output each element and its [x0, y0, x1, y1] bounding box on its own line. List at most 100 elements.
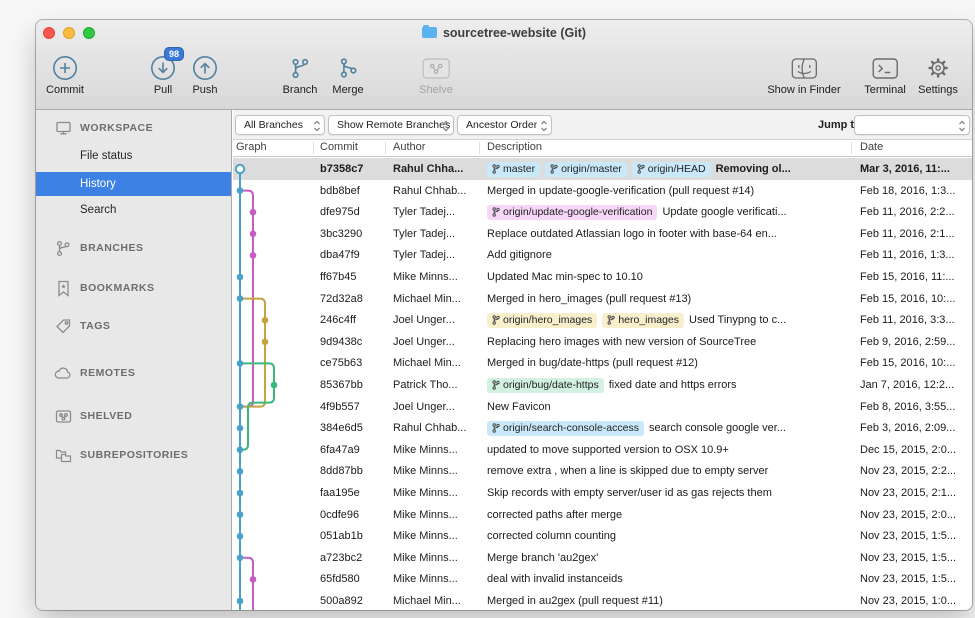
column-header-author[interactable]: Author	[393, 141, 425, 153]
branch-label-icon	[492, 207, 500, 217]
commit-row-384e6d5[interactable]: 384e6d5Rahul Chhab...origin/search-conso…	[233, 417, 972, 439]
sidebar-item-history[interactable]: History	[36, 172, 231, 196]
commit-row-9d9438c[interactable]: 9d9438cJoel Unger...Replacing hero image…	[233, 331, 972, 353]
jump-to-select[interactable]	[854, 115, 970, 135]
terminal-button[interactable]: Terminal	[864, 53, 906, 96]
sidebar-group-shelved-label: SHELVED	[80, 410, 132, 422]
sidebar-group-workspace-label: WORKSPACE	[80, 122, 153, 134]
sidebar-group-remotes[interactable]: REMOTES	[36, 361, 231, 385]
branch-label-text: origin/update-google-verification	[503, 205, 652, 220]
minimize-window-button[interactable]	[63, 27, 75, 39]
show-in-finder-button[interactable]: Show in Finder	[767, 53, 840, 96]
sidebar-group-branches[interactable]: BRANCHES	[36, 236, 231, 260]
commit-description: Skip records with empty server/user id a…	[487, 482, 856, 504]
terminal-icon	[872, 58, 898, 79]
commit-row-ff67b45[interactable]: ff67b45Mike Minns...Updated Mac min-spec…	[233, 266, 972, 288]
commit-row-dba47f9[interactable]: dba47f9Tyler Tadej...Add gitignoreFeb 11…	[233, 244, 972, 266]
branch-label: origin/master	[545, 162, 627, 177]
file-status-label: File status	[80, 150, 132, 162]
commit-hash: 500a892	[320, 590, 388, 610]
commit-message: Replace outdated Atlassian logo in foote…	[487, 223, 777, 245]
commit-message: Merged in bug/date-https (pull request #…	[487, 352, 698, 374]
commit-hash: 65fd580	[320, 568, 388, 590]
commit-description: Replace outdated Atlassian logo in foote…	[487, 223, 856, 245]
commit-date: Feb 15, 2016, 10:...	[860, 352, 970, 374]
commit-row-8dd87bb[interactable]: 8dd87bbMike Minns...remove extra , when …	[233, 460, 972, 482]
commit-row-a723bc2[interactable]: a723bc2Mike Minns...Merge branch 'au2gex…	[233, 547, 972, 569]
commit-message: Add gitignore	[487, 244, 552, 266]
commit-row-65fd580[interactable]: 65fd580Mike Minns...deal with invalid in…	[233, 568, 972, 590]
commit-author: Joel Unger...	[393, 309, 483, 331]
commit-author: Tyler Tadej...	[393, 201, 483, 223]
branch-button-label: Branch	[283, 84, 318, 96]
remote-branches-value: Show Remote Branches	[337, 119, 450, 131]
show-in-finder-label: Show in Finder	[767, 84, 840, 96]
sidebar-group-bookmarks-label: BOOKMARKS	[80, 282, 155, 294]
settings-button[interactable]: Settings	[918, 53, 958, 96]
commit-date: Nov 23, 2015, 1:5...	[860, 568, 970, 590]
shelve-button-label: Shelve	[419, 84, 453, 96]
sidebar-group-bookmarks[interactable]: BOOKMARKS	[36, 276, 231, 300]
commit-row-0cdfe96[interactable]: 0cdfe96Mike Minns...corrected paths afte…	[233, 504, 972, 526]
commit-hash: a723bc2	[320, 547, 388, 569]
commit-message: corrected column counting	[487, 525, 616, 547]
merge-button[interactable]: Merge	[332, 53, 363, 96]
commit-row-b7358c7[interactable]: b7358c7Rahul Chha...masterorigin/mastero…	[233, 158, 972, 180]
zoom-window-button[interactable]	[83, 27, 95, 39]
column-divider	[313, 142, 314, 154]
branch-label-text: master	[503, 162, 535, 177]
column-header-date[interactable]: Date	[860, 141, 883, 153]
sidebar-group-workspace[interactable]: WORKSPACE	[36, 116, 231, 140]
commit-row-dfe975d[interactable]: dfe975dTyler Tadej...origin/update-googl…	[233, 201, 972, 223]
commit-date: Feb 11, 2016, 3:3...	[860, 309, 970, 331]
commit-message: Merged in update-google-verification (pu…	[487, 180, 754, 202]
commit-row-85367bb[interactable]: 85367bbPatrick Tho...origin/bug/date-htt…	[233, 374, 972, 396]
commit-date: Feb 18, 2016, 1:3...	[860, 180, 970, 202]
branch-scope-value: All Branches	[244, 119, 303, 131]
branch-button[interactable]: Branch	[283, 53, 318, 96]
branch-label-icon	[492, 315, 500, 325]
sidebar-group-shelved[interactable]: SHELVED	[36, 404, 231, 428]
branch-label-icon	[492, 164, 500, 174]
pull-button[interactable]: 98 Pull	[150, 53, 176, 96]
commit-list: b7358c7Rahul Chha...masterorigin/mastero…	[233, 158, 972, 610]
commit-row-246c4ff[interactable]: 246c4ffJoel Unger...origin/hero_imageshe…	[233, 309, 972, 331]
commit-row-72d32a8[interactable]: 72d32a8Michael Min...Merged in hero_imag…	[233, 288, 972, 310]
close-window-button[interactable]	[43, 27, 55, 39]
sidebar-group-tags[interactable]: TAGS	[36, 314, 231, 338]
commit-date: Mar 3, 2016, 11:...	[860, 158, 970, 180]
commit-message: Merge branch 'au2gex'	[487, 547, 598, 569]
column-header-commit[interactable]: Commit	[320, 141, 358, 153]
window-title-text: sourcetree-website (Git)	[443, 26, 586, 40]
commit-row-500a892[interactable]: 500a892Michael Min...Merged in au2gex (p…	[233, 590, 972, 610]
branch-label: origin/bug/date-https	[487, 378, 604, 393]
sort-order-select[interactable]: Ancestor Order	[457, 115, 552, 135]
commit-date: Feb 9, 2016, 2:59...	[860, 331, 970, 353]
commit-hash: faa195e	[320, 482, 388, 504]
commit-row-bdb8bef[interactable]: bdb8befRahul Chhab...Merged in update-go…	[233, 180, 972, 202]
commit-row-3bc3290[interactable]: 3bc3290Tyler Tadej...Replace outdated At…	[233, 223, 972, 245]
remote-branches-select[interactable]: Show Remote Branches	[328, 115, 454, 135]
commit-description: updated to move supported version to OSX…	[487, 439, 856, 461]
commit-row-4f9b557[interactable]: 4f9b557Joel Unger...New FaviconFeb 8, 20…	[233, 396, 972, 418]
commit-hash: b7358c7	[320, 158, 388, 180]
commit-row-ce75b63[interactable]: ce75b63Michael Min...Merged in bug/date-…	[233, 352, 972, 374]
column-header-graph[interactable]: Graph	[236, 141, 267, 153]
branch-scope-select[interactable]: All Branches	[235, 115, 325, 135]
commit-row-051ab1b[interactable]: 051ab1bMike Minns...corrected column cou…	[233, 525, 972, 547]
commit-hash: dba47f9	[320, 244, 388, 266]
commit-row-6fa47a9[interactable]: 6fa47a9Mike Minns...updated to move supp…	[233, 439, 972, 461]
sidebar-item-file-status[interactable]: File status	[36, 144, 231, 168]
commit-hash: 0cdfe96	[320, 504, 388, 526]
sidebar-item-search[interactable]: Search	[36, 198, 231, 222]
commit-row-faa195e[interactable]: faa195eMike Minns...Skip records with em…	[233, 482, 972, 504]
shelve-button[interactable]: Shelve	[419, 53, 453, 96]
commit-author: Tyler Tadej...	[393, 244, 483, 266]
commit-description: deal with invalid instanceids	[487, 568, 856, 590]
push-button[interactable]: Push	[192, 53, 218, 96]
commit-date: Nov 23, 2015, 1:5...	[860, 547, 970, 569]
commit-button[interactable]: Commit	[46, 53, 84, 96]
sidebar-group-subrepositories[interactable]: SUBREPOSITORIES	[36, 443, 231, 467]
column-header-description[interactable]: Description	[487, 141, 542, 153]
commit-message: search console google ver...	[649, 417, 786, 439]
